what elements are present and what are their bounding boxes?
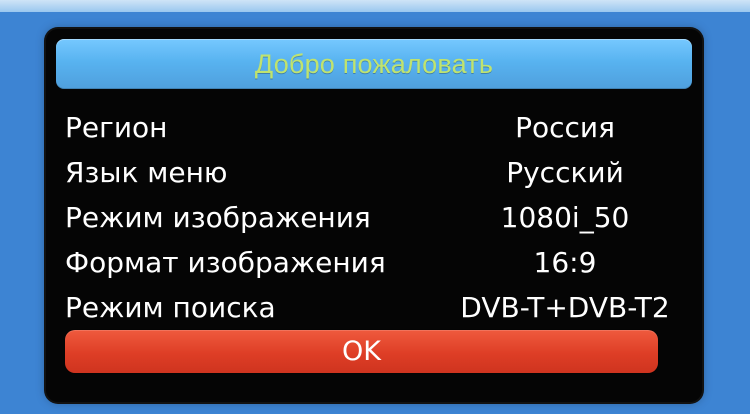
setting-value-region[interactable]: Россия	[445, 112, 685, 144]
setting-row-menu-language[interactable]: Язык меню Русский	[65, 157, 665, 202]
welcome-dialog: Добро пожаловать Регион Россия Язык меню…	[46, 29, 702, 402]
setting-value-aspect-ratio[interactable]: 16:9	[445, 247, 685, 279]
setting-label-video-mode: Режим изображения	[65, 201, 371, 234]
ok-button[interactable]: OK	[65, 330, 658, 373]
dialog-title-bar: Добро пожаловать	[56, 39, 692, 89]
setting-value-video-mode[interactable]: 1080i_50	[445, 202, 685, 234]
setting-label-search-mode: Режим поиска	[65, 291, 276, 324]
setting-row-video-mode[interactable]: Режим изображения 1080i_50	[65, 202, 665, 247]
setting-label-menu-language: Язык меню	[65, 156, 228, 189]
tv-screen: Добро пожаловать Регион Россия Язык меню…	[0, 0, 750, 414]
dialog-title: Добро пожаловать	[254, 49, 494, 79]
settings-list: Регион Россия Язык меню Русский Режим из…	[65, 112, 670, 337]
setting-row-aspect-ratio[interactable]: Формат изображения 16:9	[65, 247, 665, 292]
screen-top-border	[0, 0, 750, 12]
setting-value-menu-language[interactable]: Русский	[445, 157, 685, 189]
setting-label-aspect-ratio: Формат изображения	[65, 246, 386, 279]
setting-row-region[interactable]: Регион Россия	[65, 112, 665, 157]
setting-label-region: Регион	[65, 111, 168, 144]
setting-value-search-mode[interactable]: DVB-T+DVB-T2	[445, 292, 685, 324]
